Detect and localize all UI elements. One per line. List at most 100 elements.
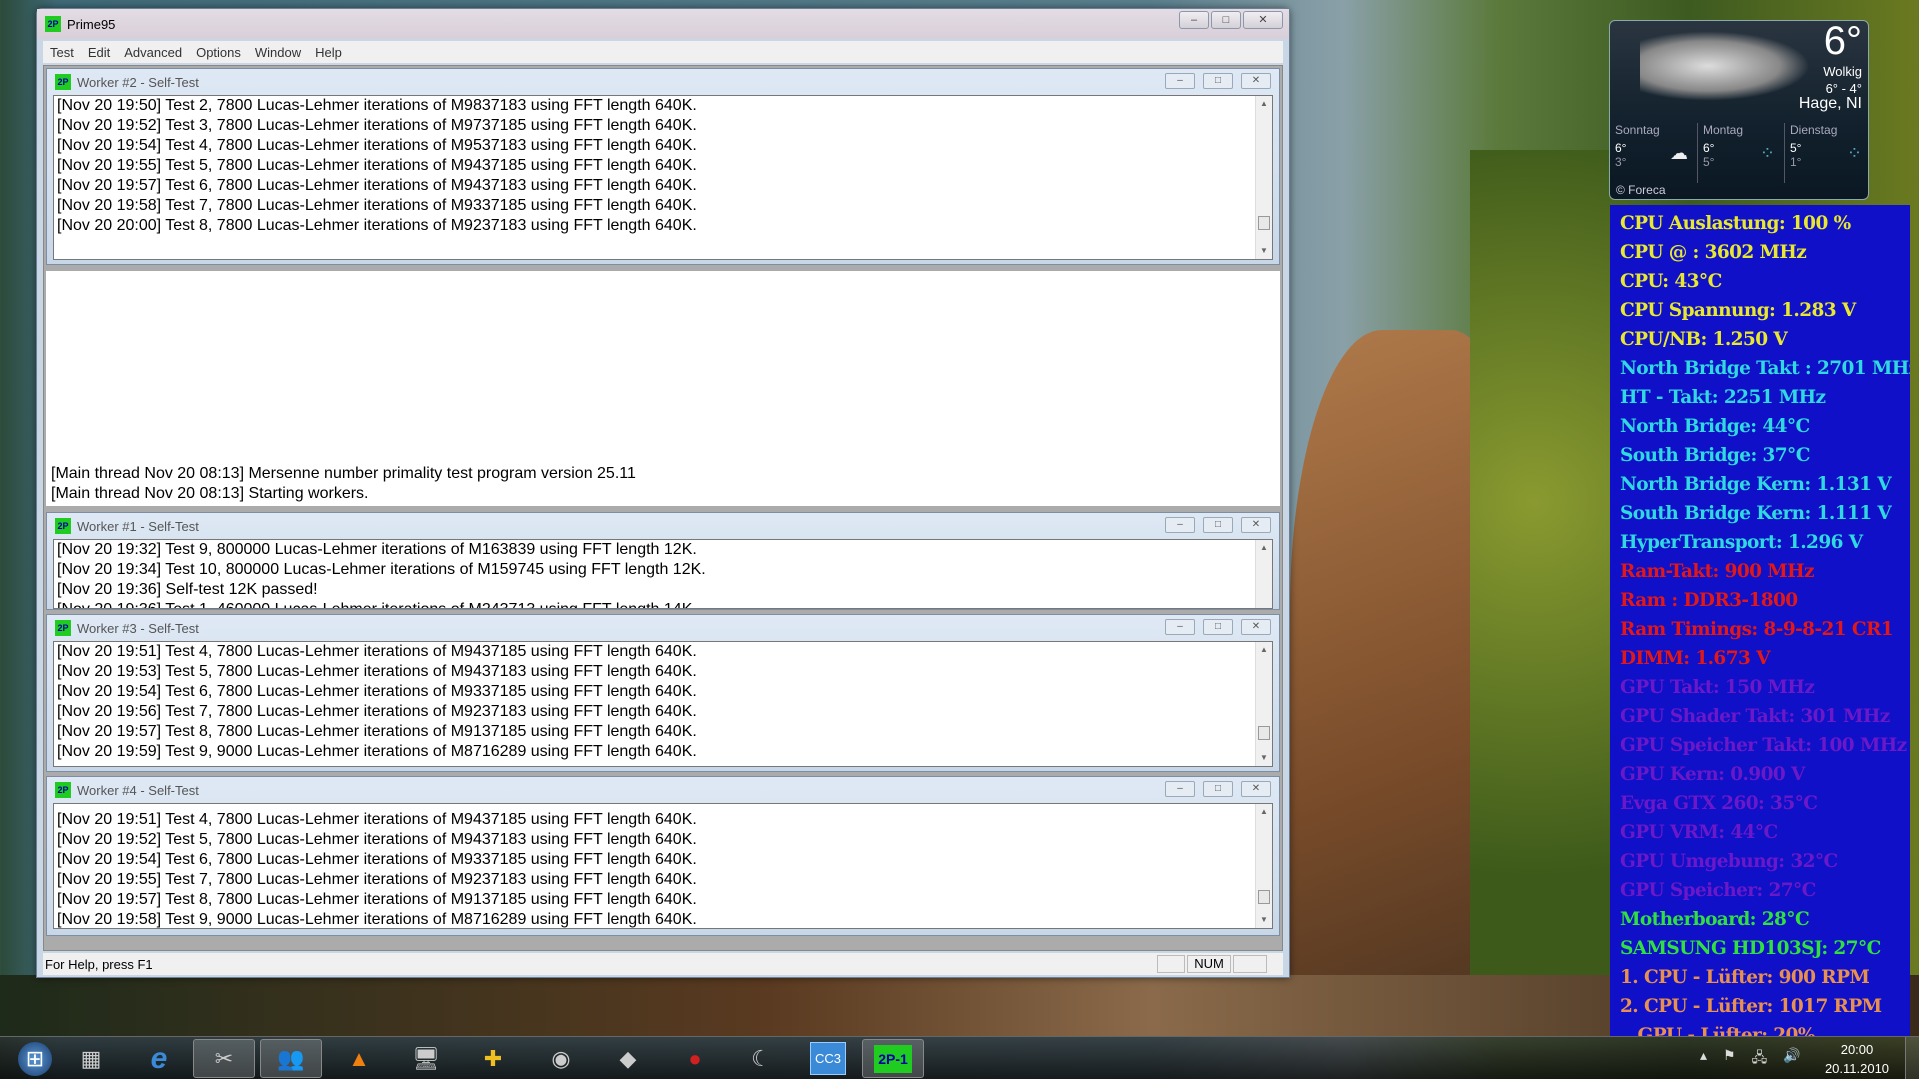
sensor-reading: Ram Timings: 8-9-8-21 CR1: [1620, 619, 1894, 640]
taskbar-burning-app[interactable]: ●: [664, 1039, 726, 1078]
scroll-up-icon[interactable]: ▲: [1256, 804, 1272, 820]
scroll-down-icon[interactable]: ▼: [1256, 750, 1272, 766]
menu-test[interactable]: Test: [43, 45, 81, 60]
minimize-button[interactable]: –: [1165, 73, 1195, 89]
close-button[interactable]: ✕: [1243, 11, 1283, 29]
scroll-up-icon[interactable]: ▲: [1256, 642, 1272, 658]
log-line: [Main thread Nov 20 08:13] Starting work…: [51, 485, 369, 502]
sensor-reading: Motherboard: 28°C: [1620, 909, 1810, 930]
playstation-network-icon: ✚: [483, 1045, 503, 1071]
taskbar-steam[interactable]: ◉: [530, 1039, 592, 1078]
clock[interactable]: 20:00 20.11.2010: [1812, 1040, 1902, 1078]
scroll-down-icon[interactable]: ▼: [1256, 243, 1272, 259]
prime95-app-icon: 2P: [55, 518, 71, 534]
scroll-thumb[interactable]: [1258, 726, 1270, 740]
maximize-button[interactable]: □: [1211, 11, 1241, 29]
prime95-app-icon: 2P: [55, 782, 71, 798]
sensor-reading: GPU - Lüfter: 20%: [1620, 1025, 1816, 1036]
forecast-day: Dienstag 5° 1° ⁘: [1784, 123, 1868, 183]
minimize-button[interactable]: –: [1179, 11, 1209, 29]
scroll-up-icon[interactable]: ▲: [1256, 540, 1272, 556]
worker-1-window[interactable]: 2P Worker #1 - Self-Test – □ ✕ [Nov 20 19:3…: [46, 512, 1280, 610]
worker-log[interactable]: [Nov 20 19:51] Test 4, 7800 Lucas-Lehmer…: [53, 641, 1273, 767]
weather-city: Hage, NI: [1798, 95, 1862, 112]
worker-log[interactable]: [Nov 20 19:51] Test 4, 7800 Lucas-Lehmer…: [53, 803, 1273, 929]
action-center-flag-icon[interactable]: ⚑: [1723, 1047, 1736, 1071]
cloud-icon: ☁: [1670, 143, 1688, 163]
messenger-icon: 👥: [277, 1045, 305, 1071]
sensor-reading: CPU: 43°C: [1620, 271, 1722, 292]
taskbar-playstation-network[interactable]: ✚: [462, 1039, 524, 1078]
volume-icon[interactable]: 🔊: [1783, 1047, 1800, 1071]
scroll-thumb[interactable]: [1258, 216, 1270, 230]
close-button[interactable]: ✕: [1241, 73, 1271, 89]
menu-options[interactable]: Options: [189, 45, 248, 60]
log-line: [Nov 20 19:34] Test 10, 800000 Lucas-Leh…: [57, 561, 706, 578]
log-line: [Nov 20 19:54] Test 6, 7800 Lucas-Lehmer…: [57, 851, 697, 868]
main-thread-log[interactable]: [Main thread Nov 20 08:13] Mersenne numb…: [46, 271, 1280, 506]
steam-icon: ◉: [551, 1045, 571, 1071]
log-line: [Nov 20 19:51] Test 4, 7800 Lucas-Lehmer…: [57, 643, 697, 660]
network-icon[interactable]: 🖧: [1752, 1047, 1768, 1071]
logitech-icon: ☾: [751, 1045, 771, 1071]
worker-2-window[interactable]: 2P Worker #2 - Self-Test – □ ✕ [Nov 20 19:5…: [46, 68, 1280, 265]
log-line: [Nov 20 19:36] Test 1, 460000 Lucas-Lehm…: [57, 600, 1272, 608]
taskbar-internet-explorer[interactable]: e: [128, 1039, 190, 1078]
sensor-reading: South Bridge Kern: 1.111 V: [1620, 503, 1892, 524]
taskbar-calculator[interactable]: ▦: [60, 1039, 122, 1078]
log-line: [Nov 20 19:58] Test 7, 7800 Lucas-Lehmer…: [57, 197, 697, 214]
cube-app-icon: ◆: [619, 1045, 637, 1071]
minimize-button[interactable]: –: [1165, 619, 1195, 635]
taskbar-vlc[interactable]: ▲: [328, 1039, 390, 1078]
close-button[interactable]: ✕: [1241, 517, 1271, 533]
current-temperature: 6°: [1823, 20, 1862, 63]
worker-4-window[interactable]: 2P Worker #4 - Self-Test – □ ✕ [Nov 20 19:5…: [46, 776, 1280, 936]
maximize-button[interactable]: □: [1203, 781, 1233, 797]
worker-title: Worker #2 - Self-Test: [77, 74, 199, 90]
maximize-button[interactable]: □: [1203, 619, 1233, 635]
scrollbar[interactable]: ▲ ▼: [1255, 642, 1272, 766]
minimize-button[interactable]: –: [1165, 781, 1195, 797]
scrollbar[interactable]: ▲ ▼: [1255, 804, 1272, 928]
show-hidden-icons-icon[interactable]: ▴: [1700, 1047, 1707, 1071]
log-line: [Nov 20 19:53] Test 5, 7800 Lucas-Lehmer…: [57, 663, 697, 680]
weather-gadget[interactable]: 6° Wolkig 6° - 4° Hage, NI Sonntag 6° 3° ☁ M…: [1609, 20, 1869, 200]
scroll-thumb[interactable]: [1258, 890, 1270, 904]
taskbar-logitech[interactable]: ☾: [730, 1039, 792, 1078]
maximize-button[interactable]: □: [1203, 73, 1233, 89]
sensor-reading: 2. CPU - Lüfter: 1017 RPM: [1620, 996, 1882, 1017]
menu-advanced[interactable]: Advanced: [117, 45, 189, 60]
taskbar-messenger[interactable]: 👥: [260, 1039, 322, 1078]
menu-window[interactable]: Window: [248, 45, 308, 60]
scroll-up-icon[interactable]: ▲: [1256, 96, 1272, 112]
taskbar-cube-app[interactable]: ◆: [597, 1039, 659, 1078]
scrollbar[interactable]: ▲ ▼: [1255, 96, 1272, 259]
taskbar-prime95[interactable]: 2P-1: [862, 1039, 924, 1078]
minimize-button[interactable]: –: [1165, 517, 1195, 533]
log-line: [Nov 20 19:54] Test 4, 7800 Lucas-Lehmer…: [57, 137, 697, 154]
taskbar-snipping-tool[interactable]: ✂: [193, 1039, 255, 1078]
worker-log[interactable]: [Nov 20 19:32] Test 9, 800000 Lucas-Lehm…: [53, 539, 1273, 609]
scrollbar[interactable]: ▲: [1255, 540, 1272, 608]
close-button[interactable]: ✕: [1241, 781, 1271, 797]
taskbar-remote-desktop[interactable]: 🖥: [395, 1039, 457, 1078]
worker-3-window[interactable]: 2P Worker #3 - Self-Test – □ ✕ [Nov 20 19:5…: [46, 614, 1280, 772]
rain-icon: ⁘: [1759, 143, 1775, 163]
show-desktop-button[interactable]: [1905, 1037, 1919, 1079]
log-line: [Nov 20 19:36] Self-test 12K passed!: [57, 581, 318, 598]
worker-title: Worker #1 - Self-Test: [77, 518, 199, 534]
log-line: [Nov 20 19:58] Test 9, 9000 Lucas-Lehmer…: [57, 911, 697, 928]
taskbar-start-button[interactable]: ⊞: [4, 1039, 66, 1078]
maximize-button[interactable]: □: [1203, 517, 1233, 533]
close-button[interactable]: ✕: [1241, 619, 1271, 635]
wallpaper-forest: [1470, 150, 1630, 1030]
menu-edit[interactable]: Edit: [81, 45, 117, 60]
rain-icon: ⁘: [1846, 143, 1862, 163]
title-bar[interactable]: 2P Prime95 – □ ✕: [37, 9, 1289, 39]
menu-help[interactable]: Help: [308, 45, 349, 60]
taskbar-cc3[interactable]: CC3: [797, 1039, 859, 1078]
log-line: [Nov 20 19:55] Test 5, 7800 Lucas-Lehmer…: [57, 157, 697, 174]
worker-log[interactable]: [Nov 20 19:50] Test 2, 7800 Lucas-Lehmer…: [53, 95, 1273, 260]
scroll-down-icon[interactable]: ▼: [1256, 912, 1272, 928]
prime95-app-icon: 2P: [55, 620, 71, 636]
